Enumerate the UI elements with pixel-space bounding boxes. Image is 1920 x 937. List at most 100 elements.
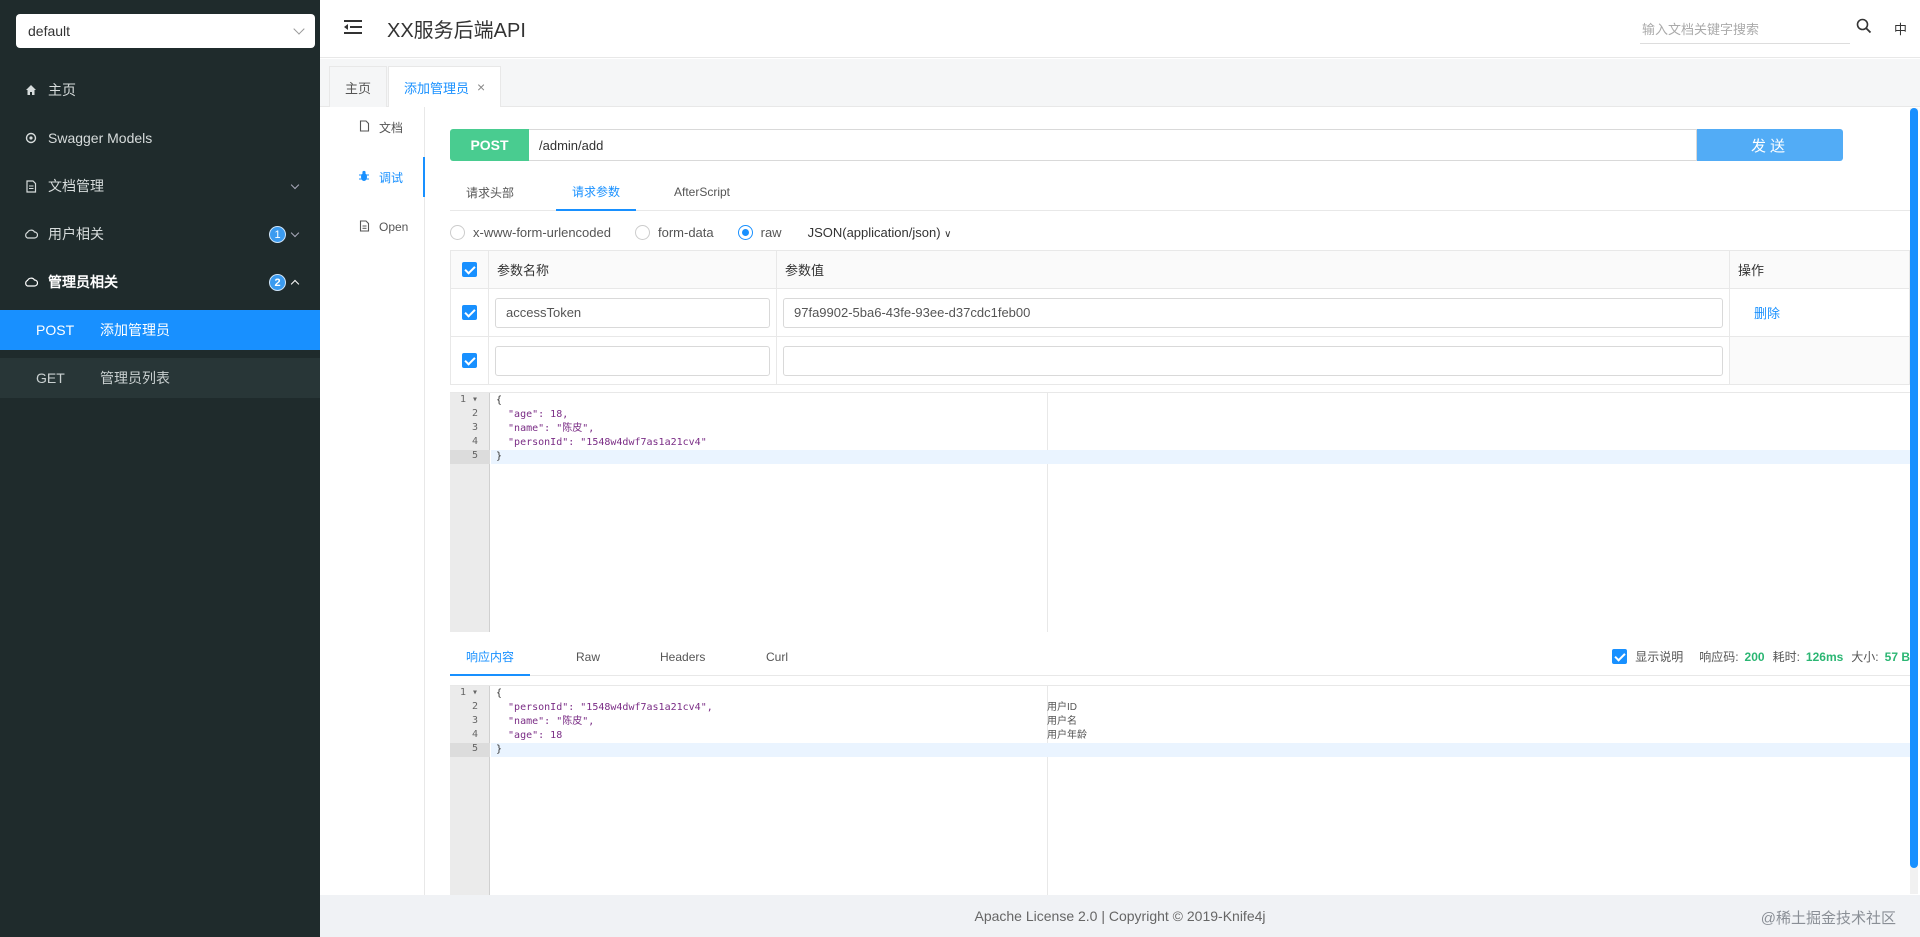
- param-name-input[interactable]: [495, 297, 770, 328]
- header: XX服务后端API 中: [320, 0, 1920, 58]
- content-type-dropdown[interactable]: JSON(application/json) ∨: [808, 225, 952, 240]
- sidebar-sub-item-add-admin[interactable]: POST 添加管理员: [0, 310, 320, 350]
- scrollbar[interactable]: [1910, 108, 1918, 894]
- column-header: 参数值: [776, 250, 1730, 289]
- chevron-down-icon: ∨: [944, 228, 952, 240]
- row-checkbox-cell[interactable]: [450, 288, 489, 337]
- group-select[interactable]: default: [16, 14, 315, 48]
- tab-request-params[interactable]: 请求参数: [556, 173, 637, 211]
- param-name-input[interactable]: [495, 345, 770, 376]
- page-title: XX服务后端API: [387, 20, 526, 42]
- show-desc-label: 显示说明: [1635, 650, 1684, 664]
- code-line: "age": 18,: [496, 409, 569, 420]
- content-type-value: JSON(application/json): [807, 224, 941, 240]
- tab-after-script[interactable]: AfterScript: [658, 173, 746, 211]
- sidebar-item-doc-manage[interactable]: 文档管理: [0, 162, 320, 210]
- param-table: 参数名称 参数值 操作 删除: [450, 250, 1910, 385]
- chevron-down-icon: [290, 228, 300, 238]
- close-icon[interactable]: ×: [477, 79, 485, 95]
- radio-label: raw: [760, 224, 782, 240]
- watermark: @稀土掘金技术社区: [1760, 910, 1896, 927]
- row-checkbox[interactable]: [462, 353, 477, 368]
- language-switch[interactable]: 中: [1894, 19, 1907, 38]
- field-comment: 用户名: [1047, 716, 1077, 727]
- line-number: 5: [450, 450, 490, 464]
- active-line: [491, 743, 1910, 757]
- line-number: 2: [471, 701, 478, 712]
- mode-debug[interactable]: 调试: [320, 157, 425, 197]
- chevron-down-icon: [293, 23, 305, 35]
- param-value-cell: [776, 336, 1730, 385]
- send-button[interactable]: 发送: [1697, 129, 1843, 161]
- delete-link[interactable]: 删除: [1736, 306, 1780, 321]
- sidebar-item-user[interactable]: 用户相关 1: [0, 210, 320, 258]
- radio-urlencoded[interactable]: [450, 224, 465, 240]
- select-all-cell[interactable]: [450, 250, 489, 289]
- table-row: 删除: [450, 288, 1910, 337]
- select-all-checkbox[interactable]: [462, 262, 477, 277]
- sidebar-sub-item-label: 管理员列表: [100, 370, 170, 386]
- mode-doc[interactable]: 文档: [320, 107, 425, 147]
- url-input[interactable]: [529, 129, 1697, 161]
- sidebar-item-admin[interactable]: 管理员相关 2: [0, 258, 320, 306]
- sidebar-item-label: 用户相关: [48, 226, 104, 242]
- http-method: GET: [36, 370, 65, 386]
- search-input[interactable]: [1640, 16, 1850, 44]
- tab-response-curl[interactable]: Curl: [750, 638, 804, 676]
- sidebar-item-label: 文档管理: [48, 178, 104, 194]
- show-desc-checkbox[interactable]: [1612, 649, 1628, 664]
- search-icon[interactable]: [1856, 18, 1872, 34]
- action-cell: [1729, 336, 1910, 385]
- sidebar: default 主页 Swagger Models 文档管理 用户相关 1 管理…: [0, 0, 320, 937]
- request-tabs: 请求头部 请求参数 AfterScript: [450, 173, 1910, 211]
- request-body-editor[interactable]: 1 ▾ 2 3 4 5 { "age": 18, "name": "陈皮", "…: [450, 392, 1910, 632]
- line-number: 1 ▾: [459, 687, 478, 698]
- sidebar-item-home[interactable]: 主页: [0, 66, 320, 114]
- code-line: {: [496, 395, 503, 406]
- tab-response-headers[interactable]: Headers: [644, 638, 721, 676]
- http-method: POST: [36, 322, 75, 338]
- tab-label: 添加管理员: [404, 80, 470, 96]
- line-number: 2: [471, 408, 478, 419]
- tab-request-headers[interactable]: 请求头部: [450, 173, 530, 211]
- code-line: }: [496, 451, 503, 462]
- radio-form-data[interactable]: [634, 224, 650, 240]
- row-checkbox[interactable]: [462, 305, 477, 320]
- line-number: 3: [471, 422, 478, 433]
- count-badge: 2: [269, 274, 286, 291]
- field-comment: 用户ID: [1047, 702, 1077, 713]
- body-type-selector: x-www-form-urlencoded form-data raw JSON…: [450, 220, 951, 244]
- radio-label: form-data: [657, 224, 714, 240]
- doc-icon: [357, 119, 371, 135]
- active-line: [491, 450, 1910, 464]
- line-number: 3: [471, 715, 478, 726]
- response-tabs: 响应内容 Raw Headers Curl 显示说明 响应码: 200 耗时: …: [450, 638, 1910, 676]
- row-checkbox-cell[interactable]: [450, 336, 489, 385]
- tab-add-admin[interactable]: 添加管理员 ×: [388, 66, 502, 107]
- line-number: 4: [471, 436, 478, 447]
- sidebar-sub-item-label: 添加管理员: [100, 322, 170, 338]
- param-name-cell: [488, 336, 777, 385]
- tab-response-raw[interactable]: Raw: [560, 638, 616, 676]
- param-value-input[interactable]: [783, 297, 1723, 328]
- tabs-bar: 主页 添加管理员 ×: [320, 59, 1920, 107]
- debug-panel: POST 发送 请求头部 请求参数 AfterScript x-www-form…: [426, 107, 1910, 895]
- response-body-editor[interactable]: 1 ▾ 2 3 4 5 { "personId": "1548w4dwf7as1…: [450, 685, 1910, 895]
- app-root: default 主页 Swagger Models 文档管理 用户相关 1 管理…: [0, 0, 1920, 937]
- code-label: 响应码:: [1699, 650, 1739, 664]
- tab-response-content[interactable]: 响应内容: [450, 638, 531, 676]
- settings-icon: [24, 131, 38, 145]
- mode-open[interactable]: Open: [320, 207, 425, 247]
- sidebar-sub-item-admin-list[interactable]: GET 管理员列表: [0, 358, 320, 398]
- status-code: 200: [1744, 649, 1765, 664]
- print-margin: [1047, 393, 1048, 632]
- cloud-icon: [24, 227, 38, 241]
- param-name-cell: [488, 288, 777, 337]
- table-row: [450, 336, 1910, 385]
- param-value-input[interactable]: [783, 345, 1723, 376]
- radio-raw[interactable]: [737, 224, 753, 240]
- sidebar-item-swagger-models[interactable]: Swagger Models: [0, 114, 320, 162]
- scrollbar-thumb[interactable]: [1910, 108, 1918, 868]
- menu-toggle-icon[interactable]: [344, 18, 364, 38]
- tab-home[interactable]: 主页: [329, 66, 388, 107]
